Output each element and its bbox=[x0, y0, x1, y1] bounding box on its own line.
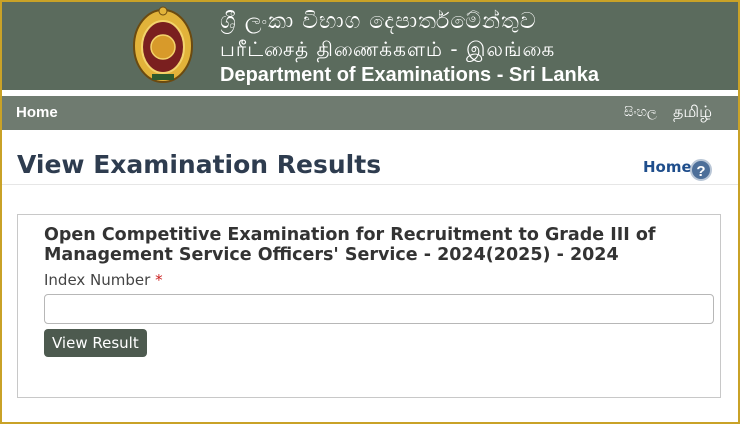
header-sinhala-title: ශ්‍රී ලංකා විභාග දෙපාර්තමේන්තුව bbox=[220, 9, 537, 34]
breadcrumb-home-link[interactable]: Home bbox=[643, 158, 692, 176]
header-divider bbox=[2, 184, 738, 185]
required-asterisk: * bbox=[155, 271, 163, 289]
sri-lanka-emblem-icon bbox=[133, 6, 193, 83]
help-icon[interactable]: ? bbox=[690, 159, 712, 181]
view-result-button[interactable]: View Result bbox=[44, 329, 147, 357]
header-english-title: Department of Examinations - Sri Lanka bbox=[220, 64, 599, 86]
index-number-input[interactable] bbox=[44, 294, 714, 324]
header-banner: ශ්‍රී ලංකා විභාග දෙපාර්තමේන්තුව பரீட்சைத… bbox=[2, 2, 738, 90]
page-title: View Examination Results bbox=[17, 150, 382, 179]
language-tamil-link[interactable]: தமிழ் bbox=[673, 102, 712, 123]
page-frame: ශ්‍රී ලංකා විභාග දෙපාර්තමේන්තුව பரீட்சைத… bbox=[2, 2, 738, 422]
result-form-card: Open Competitive Examination for Recruit… bbox=[17, 214, 721, 398]
nav-home-link[interactable]: Home bbox=[16, 104, 58, 121]
language-sinhala-link[interactable]: සිංහල bbox=[624, 105, 657, 120]
header-tamil-title: பரீட்சைத் திணைக்களம் - இலங்கை bbox=[220, 37, 556, 61]
exam-title: Open Competitive Examination for Recruit… bbox=[44, 225, 656, 265]
top-nav: Home සිංහල தமிழ் bbox=[2, 96, 738, 130]
index-number-label-text: Index Number bbox=[44, 271, 151, 289]
index-number-label: Index Number * bbox=[44, 271, 163, 289]
